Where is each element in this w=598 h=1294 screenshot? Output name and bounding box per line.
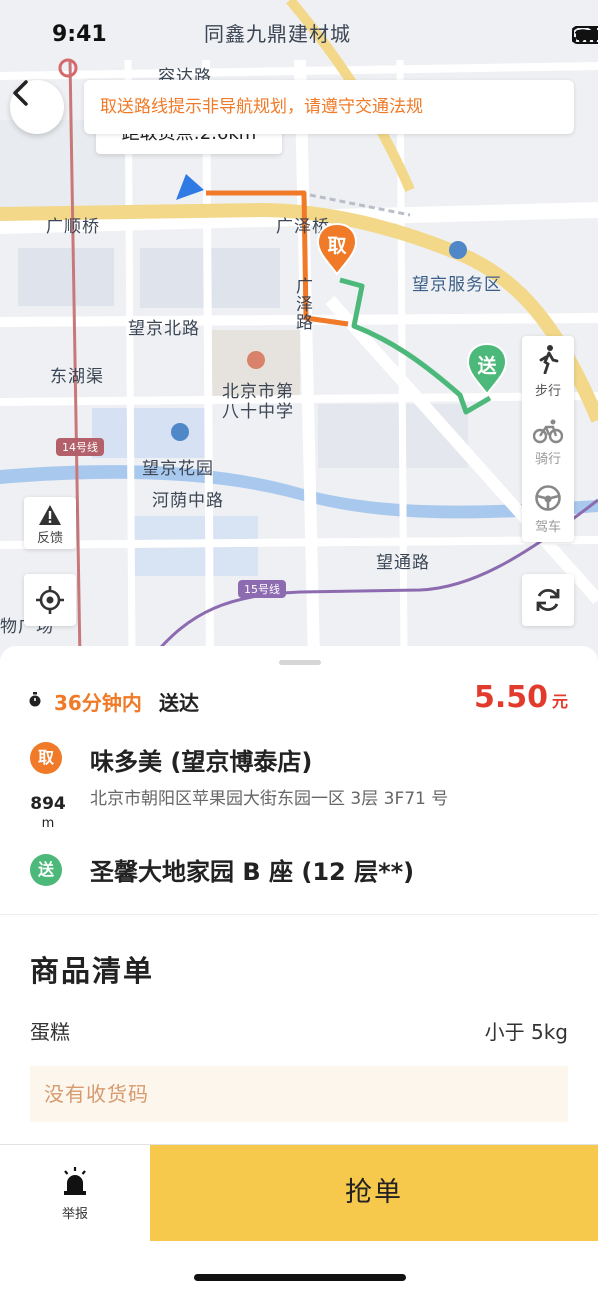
- eta-suffix: 送达: [159, 691, 199, 715]
- mode-bike-button[interactable]: 骑行: [522, 404, 574, 472]
- feedback-button[interactable]: 反馈: [24, 497, 76, 549]
- pickup-pin-label: 取: [327, 235, 347, 257]
- map-label-wangtong-road: 望通路: [376, 553, 430, 573]
- sheet-drag-handle[interactable]: [279, 660, 321, 665]
- report-button[interactable]: 举报: [0, 1145, 150, 1241]
- steering-wheel-icon: [535, 485, 561, 511]
- route-map[interactable]: 容达路 广 广顺桥 广泽桥 广泽路 望京北路 东湖渠 北京市第八十中学 望京花园…: [0, 0, 598, 660]
- status-time: 9:41: [52, 22, 107, 47]
- dropoff-pin[interactable]: 送: [466, 342, 508, 396]
- eta-value: 36分钟内: [54, 691, 142, 715]
- price-unit: 元: [551, 692, 568, 711]
- bike-icon: [533, 419, 563, 444]
- map-label-top: 同鑫九鼎建材城: [204, 22, 351, 46]
- pickup-pin[interactable]: 取: [316, 222, 358, 276]
- route-notice: 取送路线提示非导航规划，请遵守交通法规: [84, 80, 574, 134]
- pickup-name: 味多美 (望京博泰店): [90, 748, 313, 776]
- refresh-button[interactable]: [522, 574, 574, 626]
- back-button[interactable]: [10, 80, 64, 134]
- goods-title: 商品清单: [30, 954, 155, 988]
- chevron-left-icon: [13, 80, 28, 106]
- order-price: 5.50 元: [474, 680, 568, 715]
- no-receipt-code-notice: 没有收货码: [30, 1066, 568, 1122]
- pickup-badge: 取: [30, 742, 62, 774]
- price-value: 5.50: [473, 680, 548, 715]
- timer-icon: [29, 692, 41, 707]
- goods-item-weight: 小于 5kg: [484, 1020, 568, 1044]
- grab-order-button[interactable]: 抢单: [150, 1145, 598, 1241]
- map-label-wangjing-garden: 望京花园: [142, 459, 214, 479]
- battery-icon: [572, 26, 598, 44]
- map-label-school: 北京市第八十中学: [222, 382, 294, 422]
- mode-drive-button[interactable]: 驾车: [522, 472, 574, 540]
- order-detail-screen: 容达路 广 广顺桥 广泽桥 广泽路 望京北路 东湖渠 北京市第八十中学 望京花园…: [0, 0, 598, 1294]
- home-indicator: [194, 1274, 406, 1281]
- pickup-distance: 894 m: [28, 794, 68, 831]
- travel-mode-panel: 步行 骑行 驾车: [522, 336, 574, 542]
- distance-value: 894: [30, 794, 66, 814]
- mode-bike-label: 骑行: [534, 452, 561, 467]
- mode-walk-label: 步行: [534, 384, 561, 399]
- mode-drive-label: 驾车: [534, 520, 561, 535]
- dropoff-name: 圣馨大地家园 B 座 (12 层**): [90, 858, 415, 886]
- locate-button[interactable]: [24, 574, 76, 626]
- locate-icon: [36, 586, 64, 614]
- subway-line-15-badge: 15号线: [238, 580, 286, 598]
- walk-icon: [539, 345, 559, 374]
- dropoff-pin-label: 送: [477, 355, 497, 377]
- dropoff-badge: 送: [30, 854, 62, 886]
- map-label-guangshun-bridge: 广顺桥: [46, 217, 100, 237]
- eta-price-row: 36分钟内 送达 5.50 元: [28, 680, 574, 716]
- map-label-wangjing-service: 望京服务区: [412, 275, 502, 295]
- distance-unit: m: [41, 816, 55, 831]
- subway-line-14-badge: 14号线: [56, 438, 104, 456]
- feedback-label: 反馈: [36, 531, 63, 546]
- report-label: 举报: [61, 1207, 88, 1222]
- map-label-heyin-middle-road: 河荫中路: [152, 491, 224, 511]
- warning-icon: [39, 505, 61, 525]
- goods-item-name: 蛋糕: [30, 1020, 70, 1044]
- map-label-donghuqu: 东湖渠: [50, 367, 104, 387]
- map-label-wangjing-north-road: 望京北路: [128, 319, 200, 339]
- alarm-icon: [64, 1167, 86, 1195]
- refresh-icon: [536, 589, 560, 611]
- order-sheet: 36分钟内 送达 5.50 元 取 味多美 (望京博泰店) 北京市朝阳区苹果园大街…: [0, 646, 598, 1294]
- action-bar: 举报 抢单: [0, 1144, 598, 1241]
- section-divider: [0, 914, 598, 915]
- pickup-address: 北京市朝阳区苹果园大街东园一区 3层 3F71 号: [90, 789, 449, 809]
- map-label-guangze-road: 广泽路: [296, 277, 314, 333]
- status-bar: 9:41 同鑫九鼎建材城: [0, 0, 598, 70]
- mode-walk-button[interactable]: 步行: [522, 336, 574, 404]
